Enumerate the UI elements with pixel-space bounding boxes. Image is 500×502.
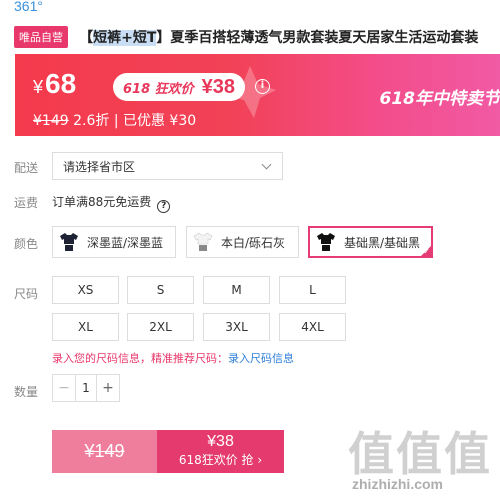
size-option-l[interactable]: L bbox=[279, 276, 346, 304]
size-option-xl[interactable]: XL bbox=[52, 313, 119, 341]
price-banner: ¥68 618 狂欢价 ¥38 i 618年中特卖节 ¥149 2.6折 | 已… bbox=[15, 54, 500, 136]
buy-buttons: ¥149 ¥38 618狂欢价 抢 › bbox=[52, 430, 284, 473]
info-circle-icon[interactable]: i bbox=[255, 79, 270, 94]
festival-banner-text: 618年中特卖节 bbox=[379, 89, 500, 109]
original-price: ¥149 bbox=[33, 113, 69, 129]
product-title: 【短裤+短T】夏季百搭轻薄透气男款套装夏天居家生活运动套装 bbox=[79, 30, 479, 46]
watermark-url: zhizhizhi.com bbox=[352, 476, 443, 492]
quantity-plus-button[interactable]: + bbox=[97, 375, 119, 401]
quantity-stepper: − 1 + bbox=[52, 374, 120, 402]
saved-amount: | 已优惠 ¥30 bbox=[113, 113, 197, 129]
watermark-logo: 值值值 bbox=[348, 427, 492, 481]
size-option-4xl[interactable]: 4XL bbox=[279, 313, 346, 341]
color-label: 颜色 bbox=[14, 237, 39, 251]
product-title-row: 唯品自营 【短裤+短T】夏季百搭轻薄透气男款套装夏天居家生活运动套装 bbox=[14, 26, 500, 48]
size-option-m[interactable]: M bbox=[203, 276, 270, 304]
buy-original-price-button[interactable]: ¥149 bbox=[52, 430, 157, 473]
shipping-label: 运费 bbox=[14, 196, 39, 210]
color-option-black[interactable]: 基础黑/基础黑 ✓ bbox=[308, 226, 433, 258]
tshirt-black-icon bbox=[317, 233, 335, 251]
current-price: ¥68 bbox=[33, 68, 77, 99]
quantity-minus-button[interactable]: − bbox=[53, 375, 75, 401]
tshirt-white-icon bbox=[193, 232, 213, 251]
size-option-2xl[interactable]: 2XL bbox=[127, 313, 194, 341]
original-price-row: ¥149 2.6折 | 已优惠 ¥30 bbox=[33, 110, 196, 130]
size-option-3xl[interactable]: 3XL bbox=[203, 313, 270, 341]
size-option-s[interactable]: S bbox=[127, 276, 194, 304]
buy-promo-button[interactable]: ¥38 618狂欢价 抢 › bbox=[157, 430, 284, 473]
promo-price: ¥38 bbox=[201, 75, 236, 98]
discount-rate: 2.6折 bbox=[73, 113, 110, 129]
shipping-info: 订单满88元免运费? bbox=[52, 193, 171, 213]
size-option-xs[interactable]: XS bbox=[52, 276, 119, 304]
top-brand-bar: 361° bbox=[0, 0, 500, 22]
promo-price-pill: 618 狂欢价 ¥38 bbox=[113, 73, 246, 101]
check-icon: ✓ bbox=[423, 247, 430, 256]
size-label: 尺码 bbox=[14, 287, 39, 301]
brand-logo: 361° bbox=[14, 0, 43, 14]
promo-label: 618 狂欢价 bbox=[123, 81, 194, 97]
color-option-white[interactable]: 本白/砾石灰 bbox=[186, 226, 299, 258]
site-watermark: 值值值 zhizhizhi.com bbox=[348, 418, 500, 502]
tshirt-navy-icon bbox=[60, 233, 78, 251]
delivery-placeholder: 请选择省市区 bbox=[63, 159, 136, 174]
enter-size-link[interactable]: 录入尺码信息 bbox=[228, 352, 294, 365]
vip-self-operated-badge: 唯品自营 bbox=[14, 26, 68, 48]
buy-promo-price: ¥38 bbox=[207, 433, 234, 450]
chevron-down-icon bbox=[261, 159, 272, 170]
quantity-label: 数量 bbox=[14, 385, 39, 399]
quantity-value[interactable]: 1 bbox=[75, 375, 97, 401]
color-option-navy[interactable]: 深墨蓝/深墨蓝 bbox=[52, 226, 176, 258]
question-icon[interactable]: ? bbox=[157, 200, 171, 213]
delivery-label: 配送 bbox=[14, 161, 39, 175]
buy-promo-action: 618狂欢价 抢 › bbox=[178, 453, 263, 467]
delivery-region-select[interactable]: 请选择省市区 bbox=[52, 152, 283, 180]
size-recommend-tip: 录入您的尺码信息，精准推荐尺码：录入尺码信息 bbox=[52, 352, 294, 365]
title-highlight: 短裤+短T bbox=[93, 30, 157, 46]
